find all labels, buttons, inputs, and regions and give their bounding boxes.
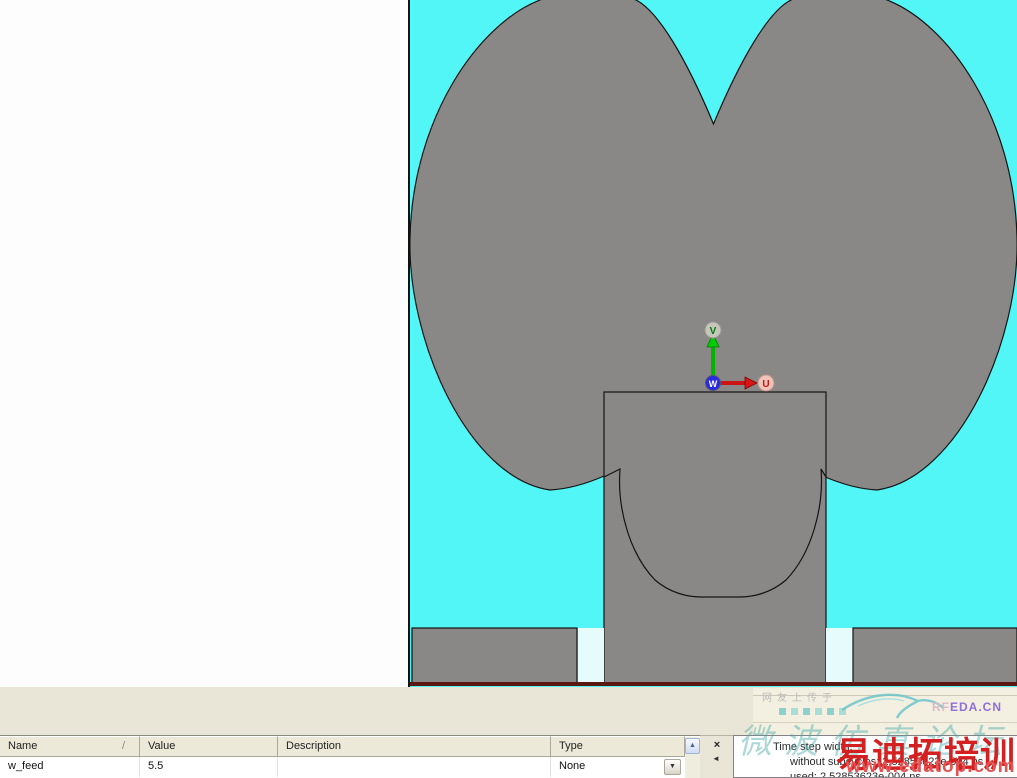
ground-strip-right[interactable] — [852, 627, 1017, 684]
column-header-name[interactable]: Name / — [0, 736, 140, 757]
table-scrollbar[interactable]: ▲ — [685, 737, 700, 778]
rfeda-rf: RF — [932, 700, 950, 714]
ground-strip-left[interactable] — [411, 627, 578, 684]
type-dropdown-button[interactable]: ▼ — [664, 759, 681, 775]
watermark-uploader-text: 网友上传于 — [762, 693, 837, 704]
chevron-down-icon: ▼ — [669, 763, 676, 770]
axis-w-label: W — [709, 379, 718, 389]
param-name-cell[interactable]: w_feed — [0, 757, 140, 777]
column-header-value[interactable]: Value — [140, 736, 278, 757]
axis-u-label: U — [762, 379, 769, 390]
arrow-up-icon: ▲ — [689, 742, 696, 749]
watermark-rfeda: RFEDA.CN — [932, 700, 1002, 714]
param-description-cell[interactable] — [278, 757, 551, 777]
param-type-cell[interactable]: None ▼ — [551, 757, 685, 777]
scroll-up-button[interactable]: ▲ — [685, 738, 700, 754]
message-window-controls: × ◄ — [700, 735, 733, 778]
substrate-edge-line — [410, 682, 1017, 686]
sort-ascending-icon: / — [121, 740, 125, 752]
modeler-stage: V W U — [0, 0, 1017, 687]
ground-gap-right — [826, 628, 853, 683]
column-header-description[interactable]: Description — [278, 736, 551, 757]
antenna-model-canvas: V W U — [410, 0, 1017, 686]
column-header-label: Value — [148, 740, 176, 752]
column-header-label: Name — [8, 740, 38, 752]
parameter-list-header: Name / Value Description Type — [0, 736, 700, 757]
column-header-label: Description — [286, 740, 342, 752]
axis-v-label: V — [710, 326, 717, 337]
type-value: None — [559, 760, 586, 772]
collapse-left-icon[interactable]: ◄ — [712, 754, 720, 763]
feed-line-rect[interactable] — [603, 391, 827, 685]
watermark-site-url: www.edatop.com — [846, 756, 1016, 777]
ground-gap-left — [578, 628, 604, 683]
parameter-list: Name / Value Description Type w_feed 5.5… — [0, 735, 700, 778]
blank-left-panel — [0, 0, 410, 687]
param-value-cell[interactable]: 5.5 — [140, 757, 278, 777]
column-header-type[interactable]: Type — [551, 736, 685, 757]
rfeda-eda: EDA.CN — [950, 700, 1003, 714]
column-header-label: Type — [559, 740, 583, 752]
close-icon[interactable]: × — [710, 739, 724, 752]
table-row[interactable]: w_feed 5.5 None ▼ — [0, 757, 700, 777]
model-viewport[interactable]: V W U — [410, 0, 1017, 687]
